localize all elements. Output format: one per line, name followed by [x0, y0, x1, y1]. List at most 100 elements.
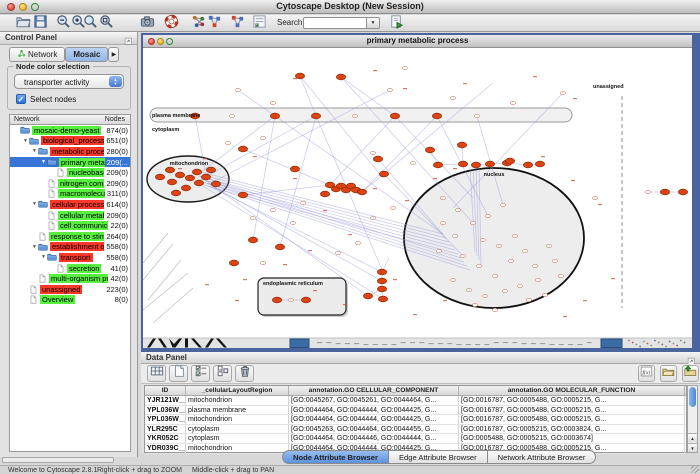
tree-row-cellular-metabo[interactable]: cellular metabo209(0): [10, 210, 130, 221]
network-node[interactable]: [295, 73, 304, 79]
network-node-small[interactable]: [229, 114, 234, 117]
network-node-small[interactable]: [517, 284, 522, 287]
network-node[interactable]: [357, 189, 366, 195]
tab-network[interactable]: Network: [9, 47, 65, 62]
network-node[interactable]: [155, 174, 164, 180]
network-canvas[interactable]: plasma membranecytoplasmmitochondrionnuc…: [143, 48, 692, 348]
tree-row-establishment-of-lo[interactable]: ▼establishment of lo558(0): [10, 242, 130, 253]
network-node-small[interactable]: [472, 303, 477, 306]
network-node[interactable]: [275, 244, 284, 250]
network-node[interactable]: [390, 113, 399, 119]
node-color-dropdown[interactable]: transporter activity ▲▼: [14, 74, 124, 89]
network-node-small[interactable]: [560, 91, 565, 94]
table-row[interactable]: YKR052Ccytoplasm[GO:0044464, GO:0044446,…: [145, 434, 686, 444]
network-node[interactable]: [248, 237, 257, 243]
network-node[interactable]: [471, 162, 480, 168]
column-header-1[interactable]: _cellularLayoutRegion: [186, 386, 289, 395]
network-node-small[interactable]: [558, 274, 563, 277]
network-node-small[interactable]: [436, 249, 441, 252]
scroll-down-button[interactable]: ▼: [688, 443, 697, 452]
network-node-small[interactable]: [500, 203, 505, 206]
network-node-small[interactable]: [352, 114, 357, 117]
network-node[interactable]: [165, 167, 174, 173]
tree-row-metabolic-process[interactable]: ▼metabolic process280(0): [10, 146, 130, 157]
tree-row-multi-organism-pro[interactable]: multi-organism pro42(0): [10, 273, 130, 284]
network-node[interactable]: [238, 192, 247, 198]
network-node-small[interactable]: [410, 161, 415, 164]
network-node-small[interactable]: [482, 294, 487, 297]
tree-row-macromolecule[interactable]: macromolecule311(0): [10, 189, 130, 200]
tree-row-secretion[interactable]: secretion41(0): [10, 263, 130, 274]
tab-edge-attribute-browser[interactable]: Edge Attribute Browser: [389, 450, 488, 464]
network-node-small[interactable]: [508, 259, 513, 262]
network-node-small[interactable]: [592, 196, 597, 199]
network-node[interactable]: [171, 190, 180, 196]
network-node[interactable]: [377, 269, 386, 275]
tab-network-attribute-browser[interactable]: Network Attribute Browser: [488, 450, 597, 464]
network-view-titlebar[interactable]: primary metabolic process: [143, 35, 692, 48]
network-node[interactable]: [320, 191, 329, 197]
search-input[interactable]: [304, 18, 366, 28]
network-node[interactable]: [290, 166, 299, 172]
network-node[interactable]: [185, 175, 194, 181]
network-node[interactable]: [229, 260, 238, 266]
tree-row-nitrogen-compo[interactable]: nitrogen compo209(0): [10, 178, 130, 189]
network-node-small[interactable]: [496, 244, 501, 247]
network-node-small[interactable]: [290, 221, 295, 224]
network-node-small[interactable]: [335, 251, 340, 254]
network-node[interactable]: [377, 278, 386, 284]
attr-import-button[interactable]: [386, 16, 406, 31]
network-node-small[interactable]: [466, 288, 471, 291]
network-node-small[interactable]: [355, 241, 360, 244]
network-node[interactable]: [206, 167, 215, 173]
network-node-small[interactable]: [260, 261, 265, 264]
expand-arrow-icon[interactable]: ▼: [22, 138, 29, 144]
network-node[interactable]: [363, 293, 372, 299]
float-panel-icon[interactable]: [124, 33, 133, 51]
network-node[interactable]: [201, 174, 210, 180]
table-row[interactable]: YLR295Ccytoplasm[GO:0045263, GO:0044464,…: [145, 425, 686, 435]
network-node[interactable]: [379, 171, 388, 177]
tree-row-cell-communicat[interactable]: cell communicat22(0): [10, 220, 130, 231]
table-scrollbar[interactable]: ▲ ▼: [687, 385, 698, 453]
network-node-small[interactable]: [476, 264, 481, 267]
network-node-small[interactable]: [552, 259, 557, 262]
network-node-small[interactable]: [387, 88, 392, 91]
network-node[interactable]: [373, 156, 382, 162]
vizmapper-form-button[interactable]: [249, 16, 269, 31]
network-node[interactable]: [301, 297, 310, 303]
network-node[interactable]: [523, 162, 532, 168]
network-node[interactable]: [272, 297, 281, 303]
network-node[interactable]: [270, 113, 279, 119]
network-node[interactable]: [378, 296, 387, 302]
table-row[interactable]: YJR121W__1mitochondrion[GO:0045267, GO:0…: [145, 396, 686, 406]
network-node[interactable]: [211, 181, 220, 187]
tree-row-nucleobase-[interactable]: nucleobase-209(0): [10, 167, 130, 178]
import-attr-button[interactable]: [682, 365, 699, 382]
network-node[interactable]: [457, 142, 466, 148]
tree-row-overview[interactable]: Overview8(0): [10, 295, 130, 306]
column-header-3[interactable]: annotation.GO MOLECULAR_FUNCTION: [459, 386, 685, 395]
more-tabs-button[interactable]: ▶: [108, 47, 119, 62]
network-node-small[interactable]: [260, 136, 265, 139]
network-node-small[interactable]: [250, 216, 255, 219]
network-node-small[interactable]: [522, 249, 527, 252]
table-row[interactable]: YPL036W__2plasma membrane[GO:0044464, GO…: [145, 406, 686, 416]
network-node[interactable]: [377, 286, 386, 292]
expand-arrow-icon[interactable]: ▼: [31, 148, 38, 154]
network-node-small[interactable]: [485, 214, 490, 217]
expand-arrow-icon[interactable]: ▼: [31, 244, 38, 250]
network-node-small[interactable]: [546, 244, 551, 247]
network-node-small[interactable]: [370, 216, 375, 219]
expand-arrow-icon[interactable]: ▼: [40, 159, 47, 165]
network-node[interactable]: [336, 74, 345, 80]
network-node-small[interactable]: [288, 298, 293, 301]
network-node[interactable]: [432, 113, 441, 119]
network-node-small[interactable]: [225, 141, 230, 144]
tree-row-mosaic-demo-yeast[interactable]: mosaic-demo-yeast874(0): [10, 125, 130, 136]
network-node-small[interactable]: [440, 196, 445, 199]
tab-node-attribute-browser[interactable]: Node Attribute Browser: [282, 450, 389, 464]
network-node-small[interactable]: [645, 190, 650, 193]
expand-arrow-icon[interactable]: ▼: [40, 254, 47, 260]
tree-row-biological-process[interactable]: ▼biological_process651(0): [10, 136, 130, 147]
